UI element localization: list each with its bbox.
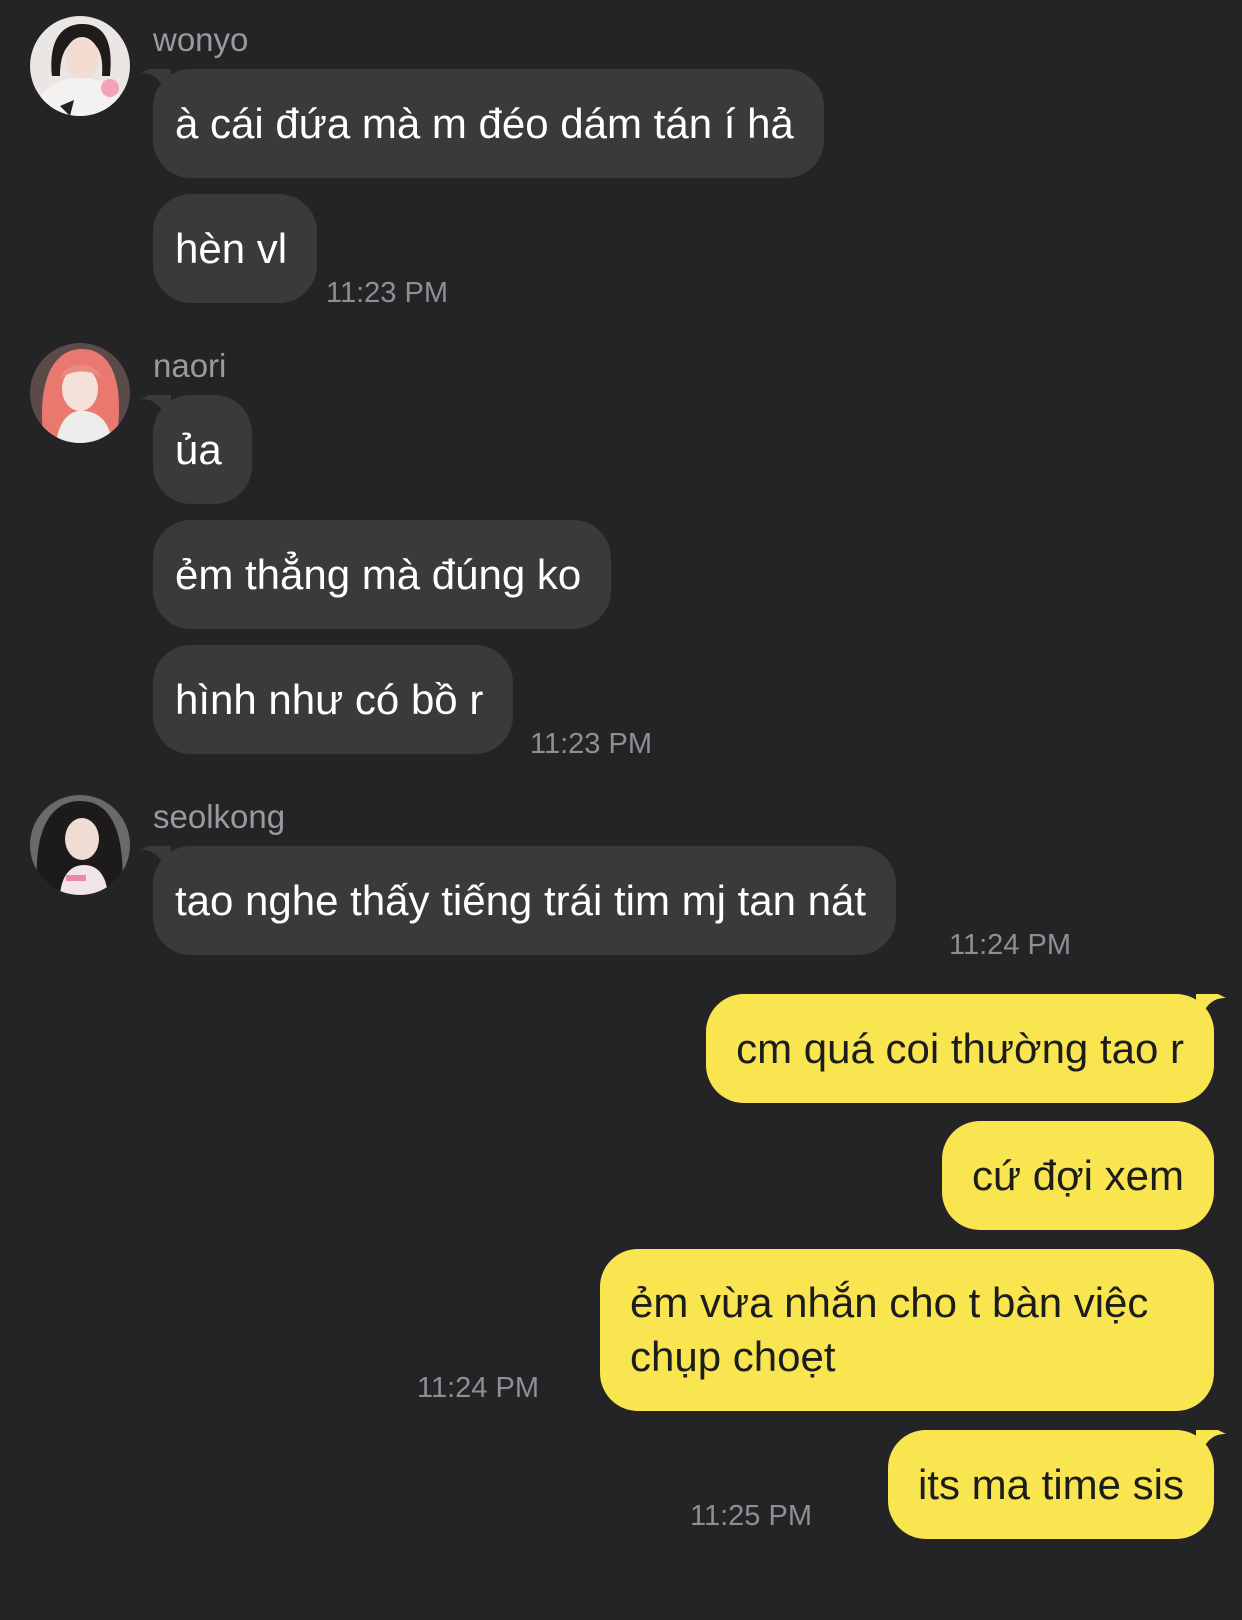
timestamp: 11:23 PM [530,728,652,760]
bubble-tail [1196,994,1226,1024]
bubble-tail [141,846,171,876]
message-bubble[interactable]: hình như có bồ r [153,645,514,754]
message-text: ủa [175,425,222,473]
avatar-wonyo[interactable] [30,16,130,116]
avatar-seolkong[interactable] [30,795,130,895]
message-text: tao nghe thấy tiếng trái tim mj tan nát [175,876,867,924]
outgoing-message-bubble[interactable]: ẻm vừa nhắn cho t bàn việc chụp choẹt [600,1249,1214,1411]
message-bubble[interactable]: hèn vl [153,194,318,303]
outgoing-message-bubble[interactable]: cứ đợi xem [941,1121,1214,1230]
bubble-tail [1196,1430,1226,1460]
bubble-tail [141,69,171,99]
message-bubble[interactable]: ủa [141,395,252,504]
timestamp: 11:25 PM [690,1500,812,1532]
message-text: ẻm vừa nhắn cho t bàn việc chụp choẹt [630,1279,1149,1380]
outgoing-message-bubble[interactable]: cm quá coi thường tao r [706,994,1226,1103]
message-text: à cái đứa mà m đéo dám tán í hả [175,99,794,147]
sender-name: naori [153,347,227,384]
message-text: cứ đợi xem [971,1151,1184,1199]
message-text: hèn vl [175,224,288,272]
avatar-naori[interactable] [30,343,130,443]
message-text: hình như có bồ r [175,675,484,723]
message-text: cm quá coi thường tao r [736,1024,1184,1072]
sender-name: wonyo [153,21,249,58]
bubble-tail [141,395,171,425]
message-bubble[interactable]: tao nghe thấy tiếng trái tim mj tan nát [141,846,897,955]
timestamp: 11:23 PM [326,277,448,309]
sender-name: seolkong [153,798,286,835]
message-bubble[interactable]: ẻm thẳng mà đúng ko [153,520,612,629]
timestamp: 11:24 PM [949,929,1071,961]
timestamp: 11:24 PM [417,1372,539,1404]
message-text: its ma time sis [917,1460,1184,1508]
message-bubble[interactable]: à cái đứa mà m đéo dám tán í hả [141,69,824,178]
outgoing-message-bubble[interactable]: its ma time sis [887,1430,1226,1539]
message-text: ẻm thẳng mà đúng ko [175,550,582,598]
